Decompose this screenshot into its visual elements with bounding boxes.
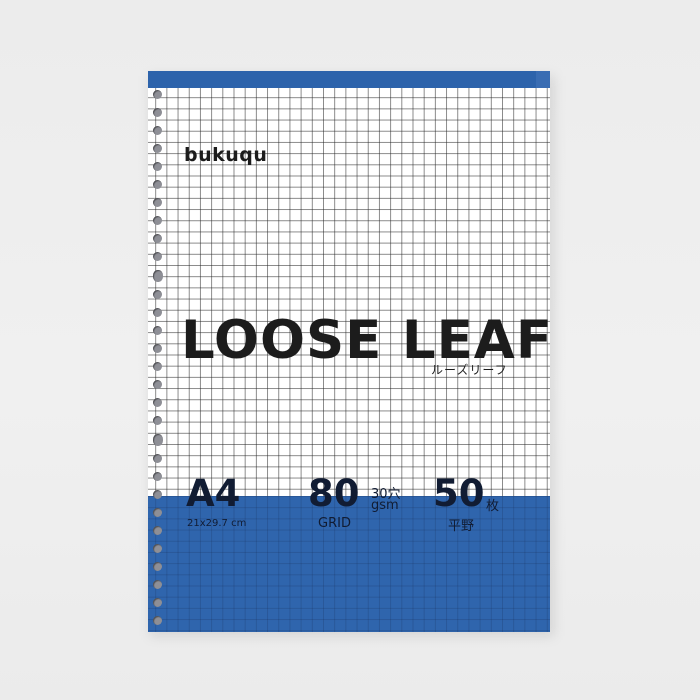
- binder-hole: [153, 380, 162, 389]
- binder-hole: [153, 472, 162, 481]
- binder-hole: [153, 90, 162, 99]
- binder-hole: [153, 290, 162, 299]
- binder-hole: [153, 108, 162, 117]
- binder-hole: [153, 616, 162, 625]
- binder-hole: [153, 216, 162, 225]
- top-blue-band: [148, 71, 550, 88]
- binder-hole: [153, 526, 162, 535]
- binder-hole: [153, 126, 162, 135]
- paper-dimensions: 21x29.7 cm: [187, 518, 247, 529]
- binder-hole: [153, 308, 162, 317]
- binder-hole: [153, 198, 162, 207]
- binder-hole: [153, 180, 162, 189]
- ruling-type: GRID: [318, 516, 351, 531]
- paper-size: A4: [186, 472, 241, 515]
- brand-name: bukuqu: [184, 144, 268, 166]
- paper-weight: 80: [308, 472, 360, 515]
- binder-hole: [153, 398, 162, 407]
- top-band-tab: [536, 71, 550, 88]
- binder-hole: [153, 454, 162, 463]
- binder-hole: [153, 562, 162, 571]
- binder-hole: [153, 326, 162, 335]
- binder-hole: [153, 580, 162, 589]
- binder-hole: [153, 508, 162, 517]
- binder-hole: [153, 162, 162, 171]
- binder-hole: [153, 144, 162, 153]
- loose-leaf-pack: bukuqu LOOSE LEAF ルーズリーフ A4 21x29.7 cm 8…: [148, 71, 550, 632]
- sheet-unit: 枚: [486, 499, 500, 514]
- binder-hole: [153, 252, 162, 261]
- binder-hole: [153, 434, 163, 446]
- binder-hole: [153, 362, 162, 371]
- sheet-count: 50: [433, 472, 485, 515]
- binder-hole: [153, 598, 162, 607]
- binder-hole: [153, 344, 162, 353]
- binding-type: 平野: [448, 519, 475, 534]
- binder-hole: [153, 234, 162, 243]
- binder-hole: [153, 270, 163, 282]
- binder-hole: [153, 544, 162, 553]
- product-title-japanese: ルーズリーフ: [431, 363, 508, 377]
- binder-holes: [153, 88, 165, 632]
- binder-hole: [153, 490, 162, 499]
- weight-unit: gsm: [371, 498, 399, 513]
- binder-hole: [153, 416, 162, 425]
